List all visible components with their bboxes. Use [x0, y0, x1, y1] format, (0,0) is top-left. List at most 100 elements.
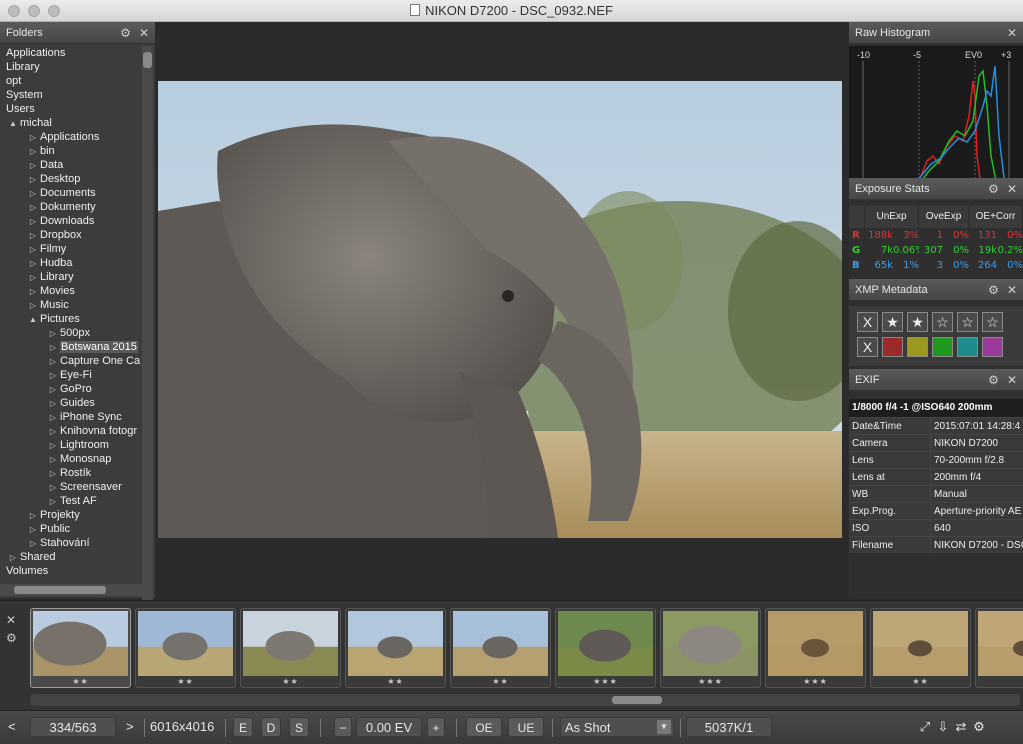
gear-icon[interactable]: ⚙ [6, 629, 17, 647]
filmstrip-thumbnail[interactable]: ★★ [30, 608, 131, 688]
disclosure-triangle-icon[interactable]: ▷ [46, 453, 60, 466]
col-oe-corr[interactable]: OE+Corr [969, 206, 1023, 228]
close-icon[interactable]: ✕ [1007, 373, 1017, 387]
folder-item[interactable]: ▷ Guides [0, 396, 142, 410]
folder-item[interactable]: opt [0, 74, 142, 88]
gear-icon[interactable]: ⚙ [988, 373, 999, 387]
folder-item[interactable]: ▷ Documents [0, 186, 142, 200]
folder-item[interactable]: ▷ Public [0, 522, 142, 536]
folder-item[interactable]: ▷ Downloads [0, 214, 142, 228]
folder-item[interactable]: ▷ Capture One Ca [0, 354, 142, 368]
folder-item[interactable]: ▷ Projekty [0, 508, 142, 522]
image-viewer[interactable] [157, 22, 848, 598]
folder-item[interactable]: Library [0, 60, 142, 74]
filmstrip-thumbnail[interactable]: ★★ [135, 608, 236, 688]
ev-increase-button[interactable]: + [427, 717, 445, 737]
folder-item[interactable]: ▷ Library [0, 270, 142, 284]
d-button[interactable]: D [261, 717, 281, 737]
filmstrip-thumbnail[interactable]: ★★★ [765, 608, 866, 688]
clear-color-label-button[interactable]: X [857, 337, 878, 357]
compare-icon[interactable]: ⇄ [952, 717, 970, 737]
gear-icon[interactable]: ⚙ [988, 283, 999, 297]
gear-icon[interactable]: ⚙ [120, 26, 131, 40]
disclosure-triangle-icon[interactable]: ▷ [26, 285, 40, 298]
folder-item[interactable]: ▷ Filmy [0, 242, 142, 256]
folder-tree-hscrollbar[interactable] [0, 584, 142, 596]
expanded-triangle-icon[interactable]: ▲ [6, 117, 20, 130]
reject-button[interactable]: X [857, 312, 878, 332]
rating-star-3[interactable]: ☆ [932, 312, 953, 332]
disclosure-triangle-icon[interactable]: ▷ [46, 383, 60, 396]
disclosure-triangle-icon[interactable]: ▷ [26, 173, 40, 186]
disclosure-triangle-icon[interactable]: ▷ [26, 201, 40, 214]
folder-item[interactable]: ▷ Rostík [0, 466, 142, 480]
folder-item[interactable]: ▷ Movies [0, 284, 142, 298]
disclosure-triangle-icon[interactable]: ▷ [26, 271, 40, 284]
s-button[interactable]: S [289, 717, 309, 737]
disclosure-triangle-icon[interactable]: ▷ [46, 425, 60, 438]
rating-star-5[interactable]: ☆ [982, 312, 1003, 332]
disclosure-triangle-icon[interactable]: ▷ [26, 509, 40, 522]
disclosure-triangle-icon[interactable]: ▷ [26, 257, 40, 270]
color-label-swatch[interactable] [932, 337, 953, 357]
folder-item[interactable]: ▷ Botswana 2015 [0, 340, 142, 354]
disclosure-triangle-icon[interactable]: ▷ [46, 439, 60, 452]
col-oveexp[interactable]: OveExp [919, 206, 969, 228]
folder-item[interactable]: ▷ Knihovna fotogr [0, 424, 142, 438]
folder-item[interactable]: ▷ Music [0, 298, 142, 312]
rating-star-1[interactable]: ★ [882, 312, 903, 332]
disclosure-triangle-icon[interactable]: ▷ [46, 495, 60, 508]
disclosure-triangle-icon[interactable]: ▷ [46, 327, 60, 340]
folder-item[interactable]: ▷ Lightroom [0, 438, 142, 452]
folder-item[interactable]: Volumes [0, 564, 142, 578]
disclosure-triangle-icon[interactable]: ▷ [26, 537, 40, 550]
folder-item[interactable]: ▷ GoPro [0, 382, 142, 396]
color-label-swatch[interactable] [907, 337, 928, 357]
gear-icon[interactable]: ⚙ [988, 182, 999, 196]
folder-item[interactable]: ▷ Eye-Fi [0, 368, 142, 382]
filmstrip-thumbnail[interactable] [975, 608, 1023, 688]
folder-item[interactable]: ▷ Data [0, 158, 142, 172]
close-icon[interactable]: ✕ [139, 26, 149, 40]
filmstrip-thumbnail[interactable]: ★★ [870, 608, 971, 688]
filmstrip-thumbnail[interactable]: ★★ [450, 608, 551, 688]
disclosure-triangle-icon[interactable]: ▷ [46, 355, 60, 368]
color-label-swatch[interactable] [957, 337, 978, 357]
disclosure-triangle-icon[interactable]: ▷ [46, 369, 60, 382]
close-icon[interactable]: ✕ [1007, 26, 1017, 40]
filmstrip-thumbnail[interactable]: ★★ [240, 608, 341, 688]
rating-star-4[interactable]: ☆ [957, 312, 978, 332]
folder-item[interactable]: ▷ Dropbox [0, 228, 142, 242]
main-photo[interactable] [158, 81, 842, 538]
disclosure-triangle-icon[interactable]: ▷ [26, 145, 40, 158]
next-image-button[interactable]: > [126, 717, 138, 737]
ev-decrease-button[interactable]: − [334, 717, 352, 737]
filmstrip-scrollbar[interactable] [30, 694, 1020, 706]
folder-item[interactable]: ▷ Desktop [0, 172, 142, 186]
folder-item[interactable]: ▷ Monosnap [0, 452, 142, 466]
filmstrip-thumbnail[interactable]: ★★★ [660, 608, 761, 688]
disclosure-triangle-icon[interactable]: ▷ [26, 243, 40, 256]
folder-item[interactable]: ▷ iPhone Sync [0, 410, 142, 424]
scroll-thumb[interactable] [143, 52, 152, 68]
folder-item[interactable]: Applications [0, 46, 142, 60]
chevron-down-icon[interactable]: ▼ [657, 720, 671, 734]
rating-star-2[interactable]: ★ [907, 312, 928, 332]
folder-item[interactable]: ▲ Pictures [0, 312, 142, 326]
disclosure-triangle-icon[interactable]: ▷ [26, 187, 40, 200]
close-icon[interactable]: ✕ [1007, 283, 1017, 297]
close-icon[interactable]: ✕ [1007, 182, 1017, 196]
fullscreen-icon[interactable]: ⤢ [916, 717, 934, 737]
disclosure-triangle-icon[interactable]: ▷ [46, 397, 60, 410]
expanded-triangle-icon[interactable]: ▲ [26, 313, 40, 326]
disclosure-triangle-icon[interactable]: ▷ [26, 299, 40, 312]
filmstrip-thumbnail[interactable]: ★★ [345, 608, 446, 688]
folder-item[interactable]: ▷ Screensaver [0, 480, 142, 494]
ue-button[interactable]: UE [508, 717, 544, 737]
disclosure-triangle-icon[interactable]: ▷ [26, 229, 40, 242]
disclosure-triangle-icon[interactable]: ▷ [46, 467, 60, 480]
disclosure-triangle-icon[interactable]: ▷ [46, 411, 60, 424]
disclosure-triangle-icon[interactable]: ▷ [26, 215, 40, 228]
color-label-swatch[interactable] [982, 337, 1003, 357]
download-icon[interactable]: ⇩ [934, 717, 952, 737]
